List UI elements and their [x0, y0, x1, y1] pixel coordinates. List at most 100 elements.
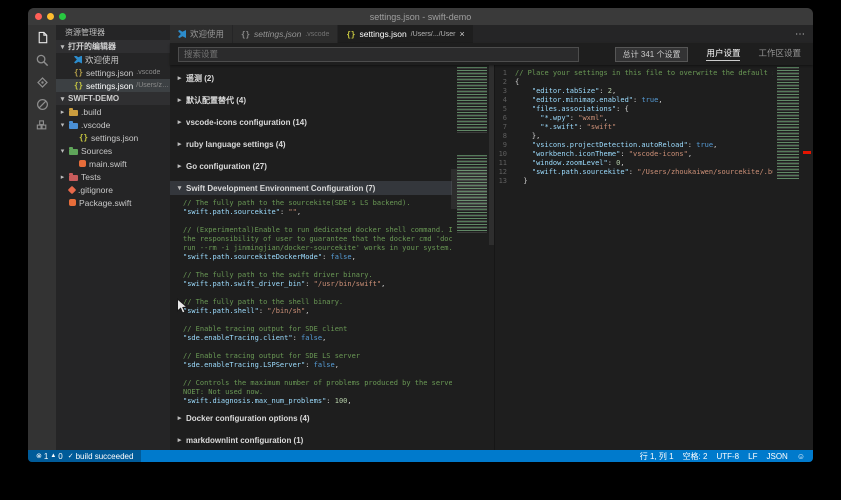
tree-item[interactable]: main.swift [56, 157, 170, 170]
vscode-window: settings.json - swift-demo [28, 8, 813, 462]
settings-section-header[interactable]: ▸ruby language settings (4) [170, 137, 452, 151]
open-editors-header[interactable]: ▾ 打开的编辑器 [56, 40, 170, 53]
code-line: 1// Place your settings in this file to … [495, 69, 773, 78]
extensions-icon[interactable] [31, 119, 53, 134]
language-mode[interactable]: JSON [766, 452, 787, 461]
open-editor-item[interactable]: 欢迎使用 [56, 53, 170, 66]
code-token: "swift.diagnosis.max_num_problems" [183, 397, 326, 405]
code-line [183, 217, 452, 226]
settings-section-header[interactable]: ▸vscode-icons configuration (14) [170, 115, 452, 129]
search-icon[interactable] [31, 53, 53, 68]
line-number: 2 [495, 78, 515, 87]
explorer-icon[interactable] [31, 31, 53, 46]
code-token: // The fully path to the sourcekite(SDE'… [183, 199, 411, 207]
braces-icon: {} [74, 68, 83, 77]
swift-icon [79, 160, 86, 167]
close-icon[interactable]: × [459, 29, 464, 39]
code-line: NOET: Not used now. [183, 388, 452, 397]
settings-section-header[interactable]: ▸markdownlint configuration (1) [170, 433, 452, 447]
more-actions-icon[interactable]: ⋯ [795, 25, 806, 43]
cursor-position[interactable]: 行 1, 列 1 [640, 451, 674, 462]
code-line: 2{ [495, 78, 773, 87]
settings-section-header[interactable]: ▸遥测 (2) [170, 71, 452, 85]
encoding-indicator[interactable]: UTF-8 [716, 452, 739, 461]
minimize-window-button[interactable] [47, 13, 54, 20]
settings-section-header[interactable]: ▸Go configuration (27) [170, 159, 452, 173]
line-number: 4 [495, 96, 515, 105]
minimap[interactable] [457, 67, 487, 255]
code-token: "swift.path.shell" [183, 307, 259, 315]
tree-item[interactable]: ▸.build [56, 105, 170, 118]
close-window-button[interactable] [35, 13, 42, 20]
code-token: : [326, 397, 334, 405]
git-icon [68, 185, 76, 193]
tab-path: .vscode [305, 31, 329, 38]
settings-scope-tab[interactable]: 工作区设置 [758, 47, 801, 61]
title-bar: settings.json - swift-demo [28, 8, 813, 25]
code-token: , [347, 397, 351, 405]
tree-item[interactable]: ▾.vscode [56, 118, 170, 131]
code-token: } [515, 177, 528, 185]
code-token: "swift.path.sourcekite" [183, 208, 280, 216]
code-line: 9 "vsicons.projectDetection.autoReload":… [495, 141, 773, 150]
code-token: // (Experimental)Enable to run dedicated… [183, 226, 452, 234]
swift-icon [69, 199, 76, 206]
code-line: 12 "swift.path.sourcekite": "/Users/zhou… [495, 168, 773, 177]
warning-count: 0 [58, 452, 62, 461]
tree-item-label: Package.swift [79, 198, 131, 208]
open-editor-item[interactable]: {}settings.json/Users/zhoukaiwen/Lib... [56, 79, 170, 92]
zoom-window-button[interactable] [59, 13, 66, 20]
problems-indicator[interactable]: ⊗ 1 ▲ 0 [36, 452, 63, 461]
braces-icon: {} [241, 30, 250, 39]
feedback-smiley-icon[interactable]: ☺ [797, 452, 805, 461]
tree-item-label: Tests [81, 172, 101, 182]
debug-icon[interactable] [31, 97, 53, 112]
vscode-icon [178, 30, 186, 38]
source-control-icon[interactable] [31, 75, 53, 90]
minimap[interactable] [777, 67, 799, 201]
build-status[interactable]: ✓ build succeeded [68, 452, 134, 461]
code-token: , [612, 87, 616, 95]
code-token: false [301, 334, 322, 342]
scrollbar[interactable] [489, 65, 494, 245]
eol-indicator[interactable]: LF [748, 452, 757, 461]
editor-tab[interactable]: 欢迎使用 [170, 25, 233, 43]
tree-item[interactable]: ▸Tests [56, 170, 170, 183]
braces-icon: {} [79, 133, 88, 142]
twistie-icon: ▸ [59, 108, 66, 116]
settings-count-badge: 总计 341 个设置 [615, 47, 689, 62]
code-token: true [696, 141, 713, 149]
settings-section-header[interactable]: ▸Docker configuration options (4) [170, 411, 452, 425]
tree-item[interactable]: ▾Sources [56, 144, 170, 157]
code-token: , [688, 150, 692, 158]
settings-scope-tab[interactable]: 用户设置 [706, 47, 740, 61]
chevron-right-icon: ▸ [176, 414, 183, 422]
code-token: "workbench.iconTheme" [515, 150, 620, 158]
settings-section-label: vscode-icons configuration (14) [186, 118, 307, 127]
user-settings-pane: 1// Place your settings in this file to … [495, 65, 813, 450]
line-content: }, [515, 132, 540, 141]
indentation-indicator[interactable]: 空格: 2 [683, 451, 708, 462]
settings-section-header[interactable]: ▸默认配置替代 (4) [170, 93, 452, 107]
tree-item[interactable]: .gitignore [56, 183, 170, 196]
settings-section-header[interactable]: ▾Swift Development Environment Configura… [170, 181, 452, 195]
editor-tab[interactable]: {}settings.json/Users/.../User× [338, 25, 473, 43]
search-settings-input[interactable] [178, 47, 579, 62]
chevron-right-icon: ▸ [176, 74, 183, 82]
code-token: : [305, 361, 313, 369]
user-settings-content[interactable]: 1// Place your settings in this file to … [495, 69, 773, 186]
minimap-viewport[interactable] [451, 169, 487, 209]
code-token: "" [288, 208, 296, 216]
editor-tab[interactable]: {}settings.json.vscode [233, 25, 338, 43]
tab-path: /Users/.../User [411, 31, 456, 38]
line-content: "editor.minimap.enabled": true, [515, 96, 663, 105]
tree-item[interactable]: {}settings.json [56, 131, 170, 144]
activity-bar [28, 25, 56, 450]
tree-item[interactable]: Package.swift [56, 196, 170, 209]
line-content: "*.wpy": "wxml", [515, 114, 608, 123]
open-editor-item[interactable]: {}settings.json.vscode [56, 66, 170, 79]
code-token: // Enable tracing output for SDE client [183, 325, 347, 333]
line-number: 8 [495, 132, 515, 141]
project-root-header[interactable]: ▾ SWIFT-DEMO [56, 92, 170, 105]
settings-section-label: markdownlint configuration (1) [186, 436, 303, 445]
